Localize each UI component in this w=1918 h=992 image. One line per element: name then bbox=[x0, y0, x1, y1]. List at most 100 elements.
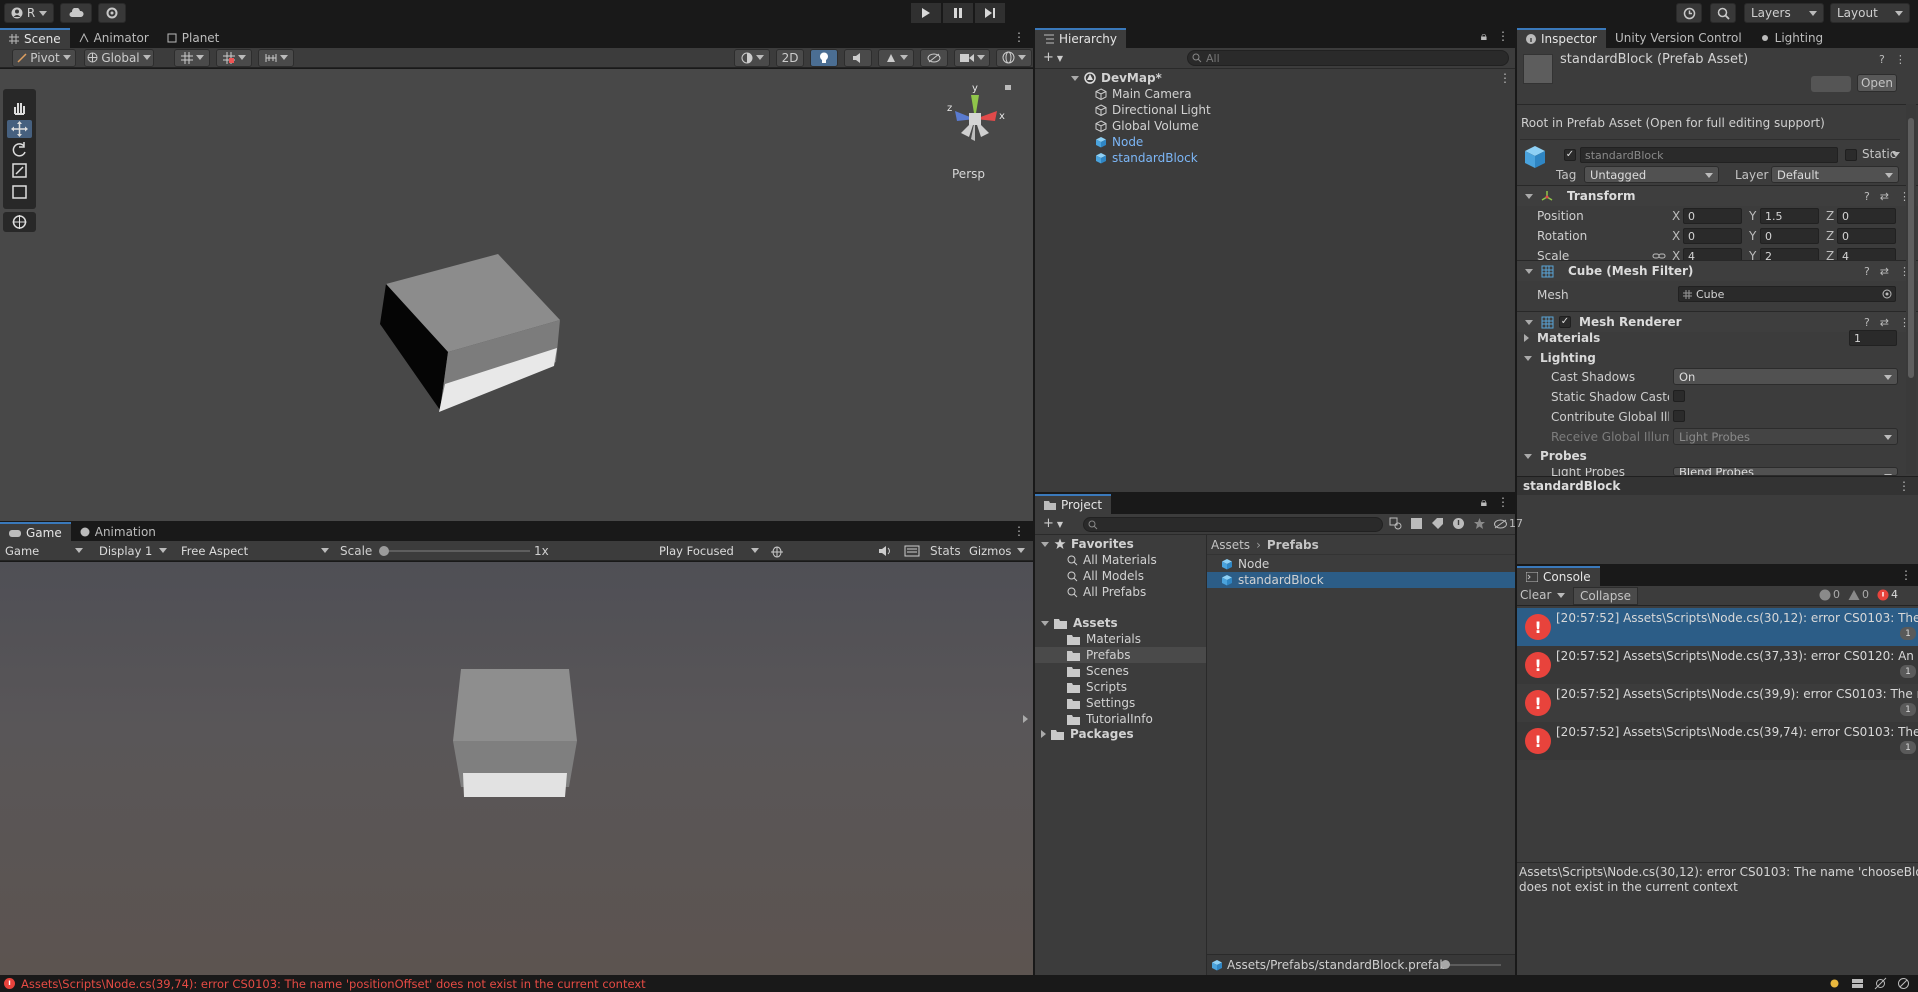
object-name-field[interactable]: standardBlock bbox=[1580, 147, 1838, 163]
collapse-toggle[interactable]: Collapse bbox=[1573, 587, 1638, 605]
icon-size-slider-thumb[interactable] bbox=[1441, 960, 1450, 969]
favorite-item[interactable]: All Prefabs bbox=[1067, 584, 1146, 600]
position-y-field[interactable]: 1.5 bbox=[1760, 208, 1819, 224]
hidden-packages-toggle[interactable]: 17 bbox=[1494, 517, 1523, 530]
scene-menu-icon[interactable]: ⋮ bbox=[1013, 30, 1033, 48]
audio-toggle[interactable] bbox=[844, 48, 872, 67]
log-type-icon[interactable] bbox=[1452, 517, 1465, 530]
console-entry[interactable]: ! [20:57:52] Assets\Scripts\Node.cs(39,9… bbox=[1517, 684, 1918, 722]
rect-tool[interactable] bbox=[7, 183, 32, 201]
search-by-type-icon[interactable] bbox=[1389, 517, 1402, 530]
console-entry[interactable]: ! [20:57:52] Assets\Scripts\Node.cs(30,1… bbox=[1517, 608, 1918, 646]
lock-icon[interactable]: 🔒︎ bbox=[1481, 495, 1487, 510]
console-entry[interactable]: ! [20:57:52] Assets\Scripts\Node.cs(39,7… bbox=[1517, 722, 1918, 760]
tab-hierarchy[interactable]: Hierarchy bbox=[1035, 28, 1127, 48]
rotation-x-field[interactable]: 0 bbox=[1683, 228, 1742, 244]
static-shadow-caster-checkbox[interactable] bbox=[1673, 390, 1685, 402]
snap-toggle[interactable] bbox=[216, 48, 252, 67]
lighting-toggle[interactable] bbox=[810, 48, 838, 67]
scene-orientation-gizmo[interactable]: y x z bbox=[945, 81, 1015, 161]
favorite-item[interactable]: All Materials bbox=[1067, 552, 1157, 568]
tab-lighting[interactable]: Lighting bbox=[1751, 28, 1833, 48]
clear-button[interactable]: Clear bbox=[1520, 588, 1566, 602]
scene-cube-object[interactable] bbox=[380, 254, 560, 444]
folder-item[interactable]: Scripts bbox=[1035, 679, 1206, 695]
hierarchy-item[interactable]: Global Volume bbox=[1095, 118, 1515, 134]
overrides-dropdown[interactable] bbox=[1811, 76, 1851, 92]
tab-animator[interactable]: Animator bbox=[70, 28, 158, 48]
tab-inspector[interactable]: Inspector bbox=[1517, 28, 1606, 48]
scale-slider[interactable] bbox=[379, 546, 530, 556]
favorite-star-icon[interactable] bbox=[1473, 517, 1486, 530]
services-button[interactable] bbox=[98, 3, 126, 23]
cast-shadows-dropdown[interactable]: On bbox=[1673, 368, 1898, 385]
debug-mode-icon[interactable] bbox=[1897, 977, 1910, 990]
asset-item[interactable]: standardBlock bbox=[1207, 572, 1515, 588]
history-button[interactable] bbox=[1676, 3, 1702, 23]
game-menu-icon[interactable]: ⋮ bbox=[1013, 524, 1033, 542]
preview-menu-icon[interactable]: ⋮ bbox=[1898, 479, 1910, 493]
folder-item[interactable]: Settings bbox=[1035, 695, 1206, 711]
step-button[interactable] bbox=[975, 3, 1005, 23]
folder-item[interactable]: Scenes bbox=[1035, 663, 1206, 679]
packages-foldout[interactable]: Packages bbox=[1041, 726, 1134, 742]
game-gizmos-dropdown[interactable]: Gizmos bbox=[964, 542, 1030, 559]
hierarchy-add-button[interactable]: + ▼ bbox=[1043, 50, 1063, 65]
light-probes-dropdown[interactable]: Blend Probes bbox=[1673, 467, 1898, 476]
display-dropdown[interactable]: Display 1 bbox=[94, 542, 172, 559]
network-icon[interactable] bbox=[1874, 977, 1887, 990]
mute-audio-icon[interactable] bbox=[878, 544, 892, 558]
open-prefab-button[interactable]: Open bbox=[1857, 74, 1897, 92]
hand-tool[interactable] bbox=[7, 99, 32, 117]
project-search-input[interactable] bbox=[1083, 517, 1383, 532]
help-icon[interactable]: ? bbox=[1879, 53, 1885, 66]
tab-scene[interactable]: Scene bbox=[0, 28, 70, 48]
lighting-foldout[interactable]: Lighting bbox=[1524, 351, 1596, 365]
game-mode-dropdown[interactable]: Game bbox=[0, 542, 88, 559]
cache-server-icon[interactable] bbox=[1851, 977, 1864, 990]
assets-foldout[interactable]: Assets bbox=[1041, 615, 1118, 631]
presets-icon[interactable]: ⇄ bbox=[1880, 316, 1889, 329]
pivot-dropdown[interactable]: Pivot bbox=[12, 48, 76, 67]
position-z-field[interactable]: 0 bbox=[1837, 208, 1896, 224]
status-bar[interactable]: Assets\Scripts\Node.cs(39,74): error CS0… bbox=[0, 975, 1918, 992]
layout-dropdown[interactable]: Layout bbox=[1830, 3, 1910, 23]
pause-button[interactable] bbox=[943, 3, 973, 23]
contribute-gi-checkbox[interactable] bbox=[1673, 410, 1685, 422]
hierarchy-item[interactable]: Directional Light bbox=[1095, 102, 1515, 118]
tab-version-control[interactable]: Unity Version Control bbox=[1606, 28, 1751, 48]
perspective-toggle[interactable]: Persp bbox=[952, 167, 985, 181]
play-button[interactable] bbox=[911, 3, 941, 23]
mesh-object-field[interactable]: Cube bbox=[1678, 286, 1896, 302]
rotation-y-field[interactable]: 0 bbox=[1760, 228, 1819, 244]
warning-filter-toggle[interactable]: 0 bbox=[1848, 588, 1869, 601]
frame-debugger-icon[interactable] bbox=[770, 544, 784, 558]
folder-item[interactable]: Prefabs bbox=[1035, 647, 1206, 663]
asset-item[interactable]: Node bbox=[1207, 556, 1515, 572]
static-dropdown-caret[interactable] bbox=[1892, 152, 1900, 157]
console-menu-icon[interactable]: ⋮ bbox=[1900, 568, 1918, 586]
play-focused-dropdown[interactable]: Play Focused bbox=[654, 542, 764, 559]
lock-icon[interactable]: 🔒︎ bbox=[1481, 29, 1487, 44]
hierarchy-scene-root[interactable]: DevMap* ⋮ bbox=[1071, 70, 1511, 86]
inspector-menu-icon[interactable]: ⋮ bbox=[1895, 53, 1906, 66]
object-picker-icon[interactable] bbox=[1882, 289, 1892, 299]
favorites-foldout[interactable]: Favorites bbox=[1041, 536, 1134, 552]
tab-game[interactable]: Game bbox=[0, 522, 71, 542]
position-x-field[interactable]: 0 bbox=[1683, 208, 1742, 224]
rotate-tool[interactable] bbox=[7, 141, 32, 159]
aspect-dropdown[interactable]: Free Aspect bbox=[176, 542, 334, 559]
tab-planet[interactable]: Planet bbox=[158, 28, 229, 48]
project-menu-icon[interactable]: ⋮ bbox=[1497, 495, 1509, 510]
help-icon[interactable]: ? bbox=[1864, 316, 1870, 329]
materials-foldout[interactable]: Materials bbox=[1524, 331, 1600, 345]
rotation-z-field[interactable]: 0 bbox=[1837, 228, 1896, 244]
mode-2d-button[interactable]: 2D bbox=[776, 48, 804, 67]
help-icon[interactable]: ? bbox=[1864, 190, 1870, 203]
transform-header[interactable]: Transform ? ⇄ ⋮ bbox=[1517, 185, 1918, 206]
tab-project[interactable]: Project bbox=[1035, 494, 1112, 514]
grid-toggle[interactable] bbox=[174, 48, 210, 67]
increment-snap[interactable] bbox=[258, 48, 294, 67]
progress-indicator-icon[interactable] bbox=[1828, 977, 1841, 990]
icon-size-slider[interactable] bbox=[1441, 960, 1501, 969]
